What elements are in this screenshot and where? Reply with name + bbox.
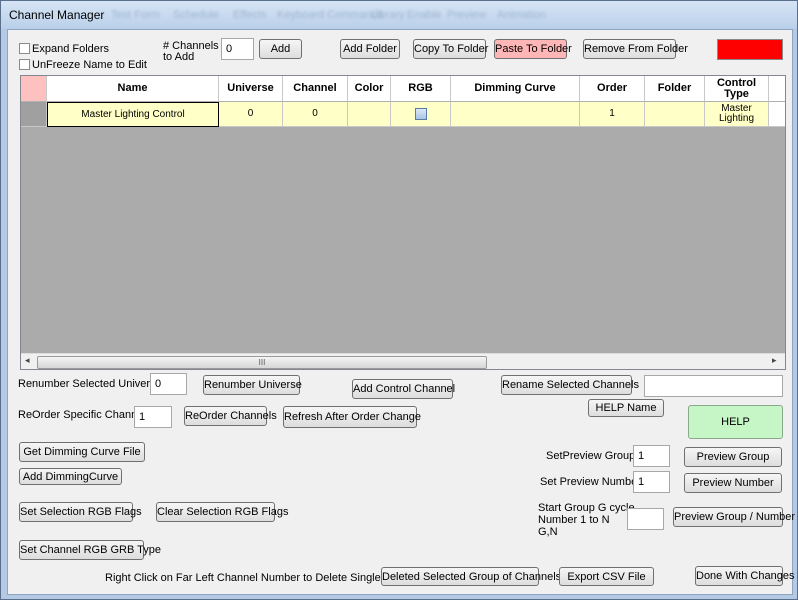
channel-manager-window: Channel Manager Test Form Schedule Effec… bbox=[0, 0, 798, 600]
set-channel-rgb-grb-button[interactable]: Set Channel RGB GRB Type bbox=[19, 540, 161, 560]
header-folder[interactable]: Folder bbox=[645, 76, 705, 102]
set-preview-group-label: SetPreview Group bbox=[546, 450, 636, 462]
cell-dimming-curve[interactable] bbox=[451, 102, 580, 127]
unfreeze-name-checkbox[interactable] bbox=[19, 59, 30, 70]
renumber-universe-label: Renumber Selected Universe bbox=[18, 378, 162, 390]
clear-selection-rgb-button[interactable]: Clear Selection RGB Flags bbox=[156, 502, 288, 522]
header-order[interactable]: Order bbox=[580, 76, 645, 102]
blurred-menu-item: Enable bbox=[407, 9, 442, 21]
client-area: Expand Folders UnFreeze Name to Edit # C… bbox=[7, 29, 795, 595]
export-csv-button[interactable]: Export CSV File bbox=[559, 567, 654, 586]
header-dimming-curve[interactable]: Dimming Curve bbox=[451, 76, 580, 102]
scroll-grip-icon: III bbox=[258, 358, 266, 367]
paste-to-folder-button[interactable]: Paste To Folder bbox=[494, 39, 572, 59]
cell-control-type[interactable]: Master Lighting bbox=[705, 102, 769, 127]
scroll-left-arrow-icon[interactable]: ◂ bbox=[25, 355, 30, 366]
grid-corner-header[interactable] bbox=[21, 76, 47, 102]
help-name-button[interactable]: HELP Name bbox=[588, 399, 664, 417]
help-button[interactable]: HELP bbox=[688, 405, 783, 439]
cell-folder[interactable] bbox=[645, 102, 705, 127]
add-dimming-curve-button[interactable]: Add DimmingCurve bbox=[19, 468, 122, 485]
rename-input[interactable] bbox=[644, 375, 783, 397]
get-dimming-curve-file-button[interactable]: Get Dimming Curve File bbox=[19, 442, 145, 462]
header-rgb[interactable]: RGB bbox=[391, 76, 451, 102]
blurred-menu-item: Keyboard Commands bbox=[277, 9, 384, 21]
delete-selected-group-button[interactable]: Deleted Selected Group of Channels bbox=[381, 567, 561, 586]
add-folder-button[interactable]: Add Folder bbox=[340, 39, 400, 59]
add-button[interactable]: Add bbox=[259, 39, 302, 59]
add-control-channel-button[interactable]: Add Control Channel bbox=[352, 379, 455, 399]
header-control-type[interactable]: Control Type bbox=[705, 76, 769, 102]
channel-grid: Name Universe Channel Color RGB Dimming … bbox=[20, 75, 786, 370]
renumber-universe-input[interactable] bbox=[150, 373, 187, 395]
cell-color[interactable] bbox=[348, 102, 391, 127]
color-swatch[interactable] bbox=[717, 39, 783, 60]
start-group-label-1: Start Group G cycle bbox=[538, 502, 635, 514]
window-title: Channel Manager bbox=[9, 8, 105, 22]
scroll-right-arrow-icon[interactable]: ▸ bbox=[772, 355, 777, 366]
blurred-menu-item: Library bbox=[371, 9, 405, 21]
expand-folders-label: Expand Folders bbox=[32, 43, 110, 55]
cell-rgb[interactable] bbox=[391, 102, 451, 127]
blurred-menu-item: Schedule bbox=[173, 9, 219, 21]
blurred-menu-item: Preview bbox=[447, 9, 487, 21]
done-with-changes-button[interactable]: Done With Changes bbox=[695, 566, 794, 586]
rename-selected-channels-button[interactable]: Rename Selected Channels bbox=[501, 375, 639, 395]
header-filler bbox=[769, 76, 785, 102]
row-selector[interactable] bbox=[21, 102, 47, 127]
header-channel[interactable]: Channel bbox=[283, 76, 348, 102]
reorder-channels-button[interactable]: ReOrder Channels bbox=[184, 406, 277, 426]
horizontal-scrollbar[interactable]: ◂ III ▸ bbox=[21, 353, 785, 369]
cell-filler bbox=[769, 102, 785, 127]
renumber-universe-button[interactable]: Renumber Universe bbox=[203, 375, 302, 395]
right-click-note: Right Click on Far Left Channel Number t… bbox=[105, 572, 425, 584]
start-group-label-2: Number 1 to N bbox=[538, 514, 610, 526]
cell-name[interactable]: Master Lighting Control bbox=[47, 102, 219, 127]
reorder-input[interactable] bbox=[134, 406, 172, 428]
grid-body: Name Universe Channel Color RGB Dimming … bbox=[21, 76, 785, 353]
blurred-menu-item: Animation bbox=[497, 9, 546, 21]
set-selection-rgb-button[interactable]: Set Selection RGB Flags bbox=[19, 502, 142, 522]
header-name[interactable]: Name bbox=[47, 76, 219, 102]
channels-to-add-label-2: to Add bbox=[163, 51, 195, 63]
remove-from-folder-button[interactable]: Remove From Folder bbox=[583, 39, 688, 59]
expand-folders-checkbox[interactable] bbox=[19, 43, 30, 54]
header-universe[interactable]: Universe bbox=[219, 76, 283, 102]
scroll-thumb[interactable]: III bbox=[37, 356, 487, 369]
rgb-checkbox[interactable] bbox=[414, 108, 427, 120]
blurred-menu-item: Test Form bbox=[111, 9, 160, 21]
copy-to-folder-button[interactable]: Copy To Folder bbox=[413, 39, 488, 59]
cell-order[interactable]: 1 bbox=[580, 102, 645, 127]
preview-number-button[interactable]: Preview Number bbox=[684, 473, 782, 493]
channels-to-add-input[interactable] bbox=[221, 38, 254, 60]
set-preview-number-label: Set Preview Number bbox=[540, 476, 641, 488]
start-group-input[interactable] bbox=[627, 508, 664, 530]
preview-group-number-button[interactable]: Preview Group / Number bbox=[673, 507, 795, 527]
start-group-label-3: G,N bbox=[538, 526, 558, 538]
cell-universe[interactable]: 0 bbox=[219, 102, 283, 127]
preview-number-input[interactable] bbox=[633, 471, 670, 493]
unfreeze-name-label: UnFreeze Name to Edit bbox=[32, 59, 147, 71]
refresh-after-order-button[interactable]: Refresh After Order Change bbox=[283, 406, 421, 428]
blurred-menu-item: Effects bbox=[233, 9, 267, 21]
preview-group-button[interactable]: Preview Group bbox=[684, 447, 782, 467]
title-bar[interactable]: Channel Manager Test Form Schedule Effec… bbox=[1, 1, 797, 29]
preview-group-input[interactable] bbox=[633, 445, 670, 467]
header-color[interactable]: Color bbox=[348, 76, 391, 102]
reorder-label: ReOrder Specific Channels bbox=[18, 409, 152, 421]
cell-channel[interactable]: 0 bbox=[283, 102, 348, 127]
